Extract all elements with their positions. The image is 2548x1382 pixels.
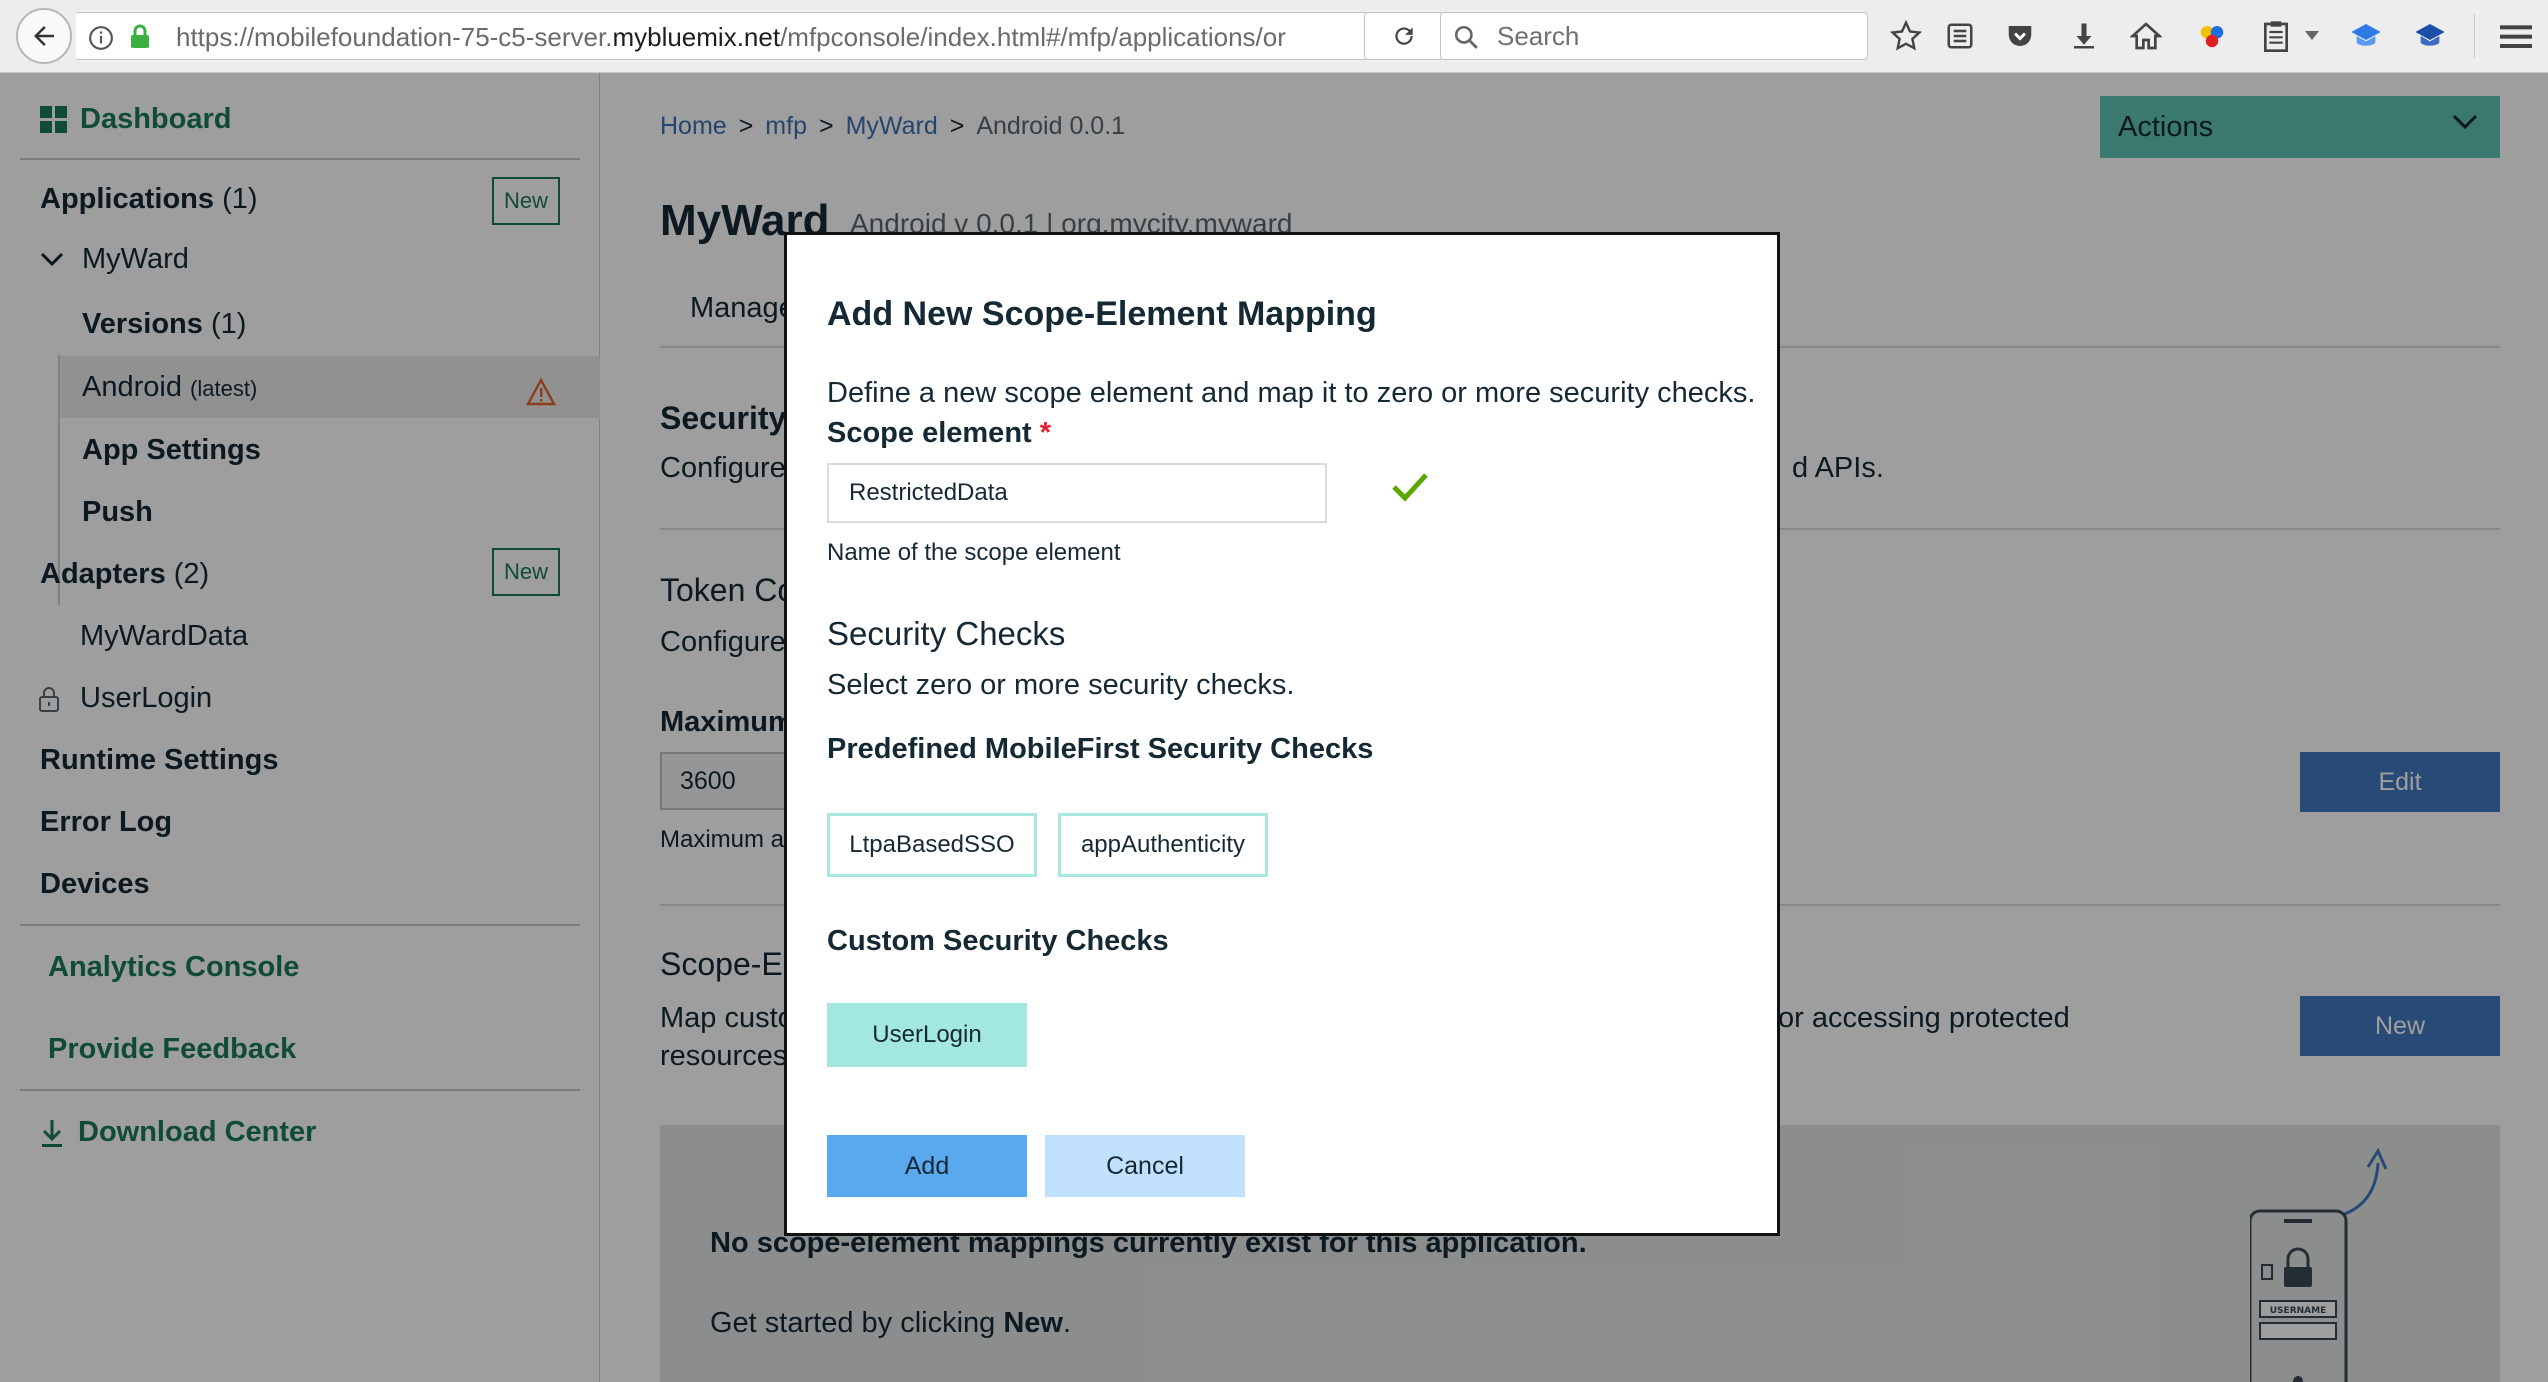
predefined-checks-title: Predefined MobileFirst Security Checks bbox=[827, 733, 1374, 765]
download-icon[interactable] bbox=[2064, 16, 2104, 56]
color-extension-icon[interactable] bbox=[2192, 16, 2232, 56]
back-arrow-icon bbox=[34, 26, 54, 46]
scope-mapping-dialog: Add New Scope-Element Mapping Define a n… bbox=[784, 232, 1780, 1236]
toolbar-divider bbox=[2474, 14, 2475, 58]
url-text[interactable]: https://mobilefoundation-75-c5-server.my… bbox=[176, 13, 1372, 61]
search-bar[interactable]: Search bbox=[1440, 12, 1868, 60]
search-placeholder: Search bbox=[1497, 21, 1580, 51]
bookmark-star-icon[interactable] bbox=[1886, 16, 1926, 56]
security-checks-title: Security Checks bbox=[827, 615, 1066, 652]
hamburger-menu-icon[interactable] bbox=[2496, 16, 2536, 56]
dialog-title: Add New Scope-Element Mapping bbox=[827, 295, 1377, 333]
search-icon bbox=[1454, 25, 1478, 49]
reload-icon bbox=[1395, 27, 1413, 45]
dialog-description: Define a new scope element and map it to… bbox=[827, 377, 1756, 409]
cancel-button[interactable]: Cancel bbox=[1045, 1135, 1245, 1197]
graduation-cap-icon[interactable] bbox=[2346, 16, 2386, 56]
check-chip-ltpabasedsso[interactable]: LtpaBasedSSO bbox=[827, 813, 1037, 877]
custom-checks-title: Custom Security Checks bbox=[827, 925, 1169, 957]
scope-element-help: Name of the scope element bbox=[827, 539, 1121, 566]
home-icon[interactable] bbox=[2126, 16, 2166, 56]
address-bar[interactable]: https://mobilefoundation-75-c5-server.my… bbox=[76, 12, 1424, 60]
back-button[interactable] bbox=[16, 8, 72, 64]
lock-icon[interactable] bbox=[128, 24, 152, 50]
add-button[interactable]: Add bbox=[827, 1135, 1027, 1197]
clipboard-icon[interactable] bbox=[2256, 16, 2296, 56]
scope-element-label-text: Scope element bbox=[827, 417, 1032, 449]
reader-list-icon[interactable] bbox=[1940, 16, 1980, 56]
browser-toolbar: https://mobilefoundation-75-c5-server.my… bbox=[0, 0, 2548, 73]
required-mark: * bbox=[1039, 417, 1052, 449]
scope-element-label: Scope element * bbox=[827, 417, 1051, 450]
check-chip-userlogin[interactable]: UserLogin bbox=[827, 1003, 1027, 1067]
info-icon[interactable] bbox=[88, 25, 114, 51]
dropdown-arrow-icon[interactable] bbox=[2300, 16, 2324, 56]
graduation-cap-dark-icon[interactable] bbox=[2410, 16, 2450, 56]
reload-button[interactable] bbox=[1364, 12, 1444, 60]
check-chip-appauthenticity[interactable]: appAuthenticity bbox=[1058, 813, 1268, 877]
scope-element-input[interactable] bbox=[827, 463, 1327, 523]
pocket-icon[interactable] bbox=[2000, 16, 2040, 56]
valid-checkmark-icon bbox=[1392, 473, 1428, 502]
security-checks-description: Select zero or more security checks. bbox=[827, 669, 1295, 701]
